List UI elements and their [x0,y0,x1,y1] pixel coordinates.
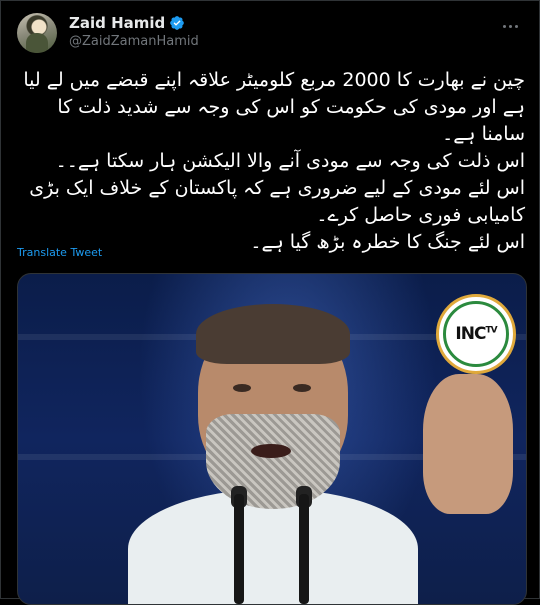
speaker-beard [206,414,340,509]
speaker-raised-hand [423,374,513,514]
verified-badge-icon [170,16,185,30]
more-dot [502,24,506,28]
tweet-text: چین نے بھارت کا 2000 مربع کلومیٹر علاقہ … [17,67,525,256]
logo-text: INCTV [455,324,497,344]
translate-tweet-link[interactable]: Translate Tweet [17,246,102,259]
speaker-hair [196,304,350,364]
tweet-line: چین نے بھارت کا 2000 مربع کلومیٹر علاقہ … [23,69,525,145]
more-dot [508,24,512,28]
speaker-eye [293,384,311,392]
tweet-media-image[interactable]: INCTV [17,273,527,605]
author-name-row: Zaid Hamid [69,14,185,32]
avatar[interactable] [17,13,57,53]
microphone-stand [299,494,309,604]
author-name[interactable]: Zaid Hamid [69,14,165,32]
tweet-card: Zaid Hamid @ZaidZamanHamid چین نے بھارت … [0,0,540,605]
author-handle[interactable]: @ZaidZamanHamid [69,34,199,49]
logo-sup-text: TV [485,325,497,336]
microphone-stand [234,494,244,604]
speaker-eye [233,384,251,392]
inc-tv-logo: INCTV [436,294,516,374]
avatar-figure [26,33,48,53]
tweet-line: اس ذلت کی وجہ سے مودی آنے والا الیکشن ہا… [55,150,525,172]
tweet-line: اس لئے مودی کے لیے ضروری ہے کہ پاکستان ک… [29,177,525,226]
more-options-icon[interactable] [495,11,525,41]
logo-main-text: INC [455,324,486,344]
more-dot [514,24,518,28]
speaker-mouth [251,444,291,458]
